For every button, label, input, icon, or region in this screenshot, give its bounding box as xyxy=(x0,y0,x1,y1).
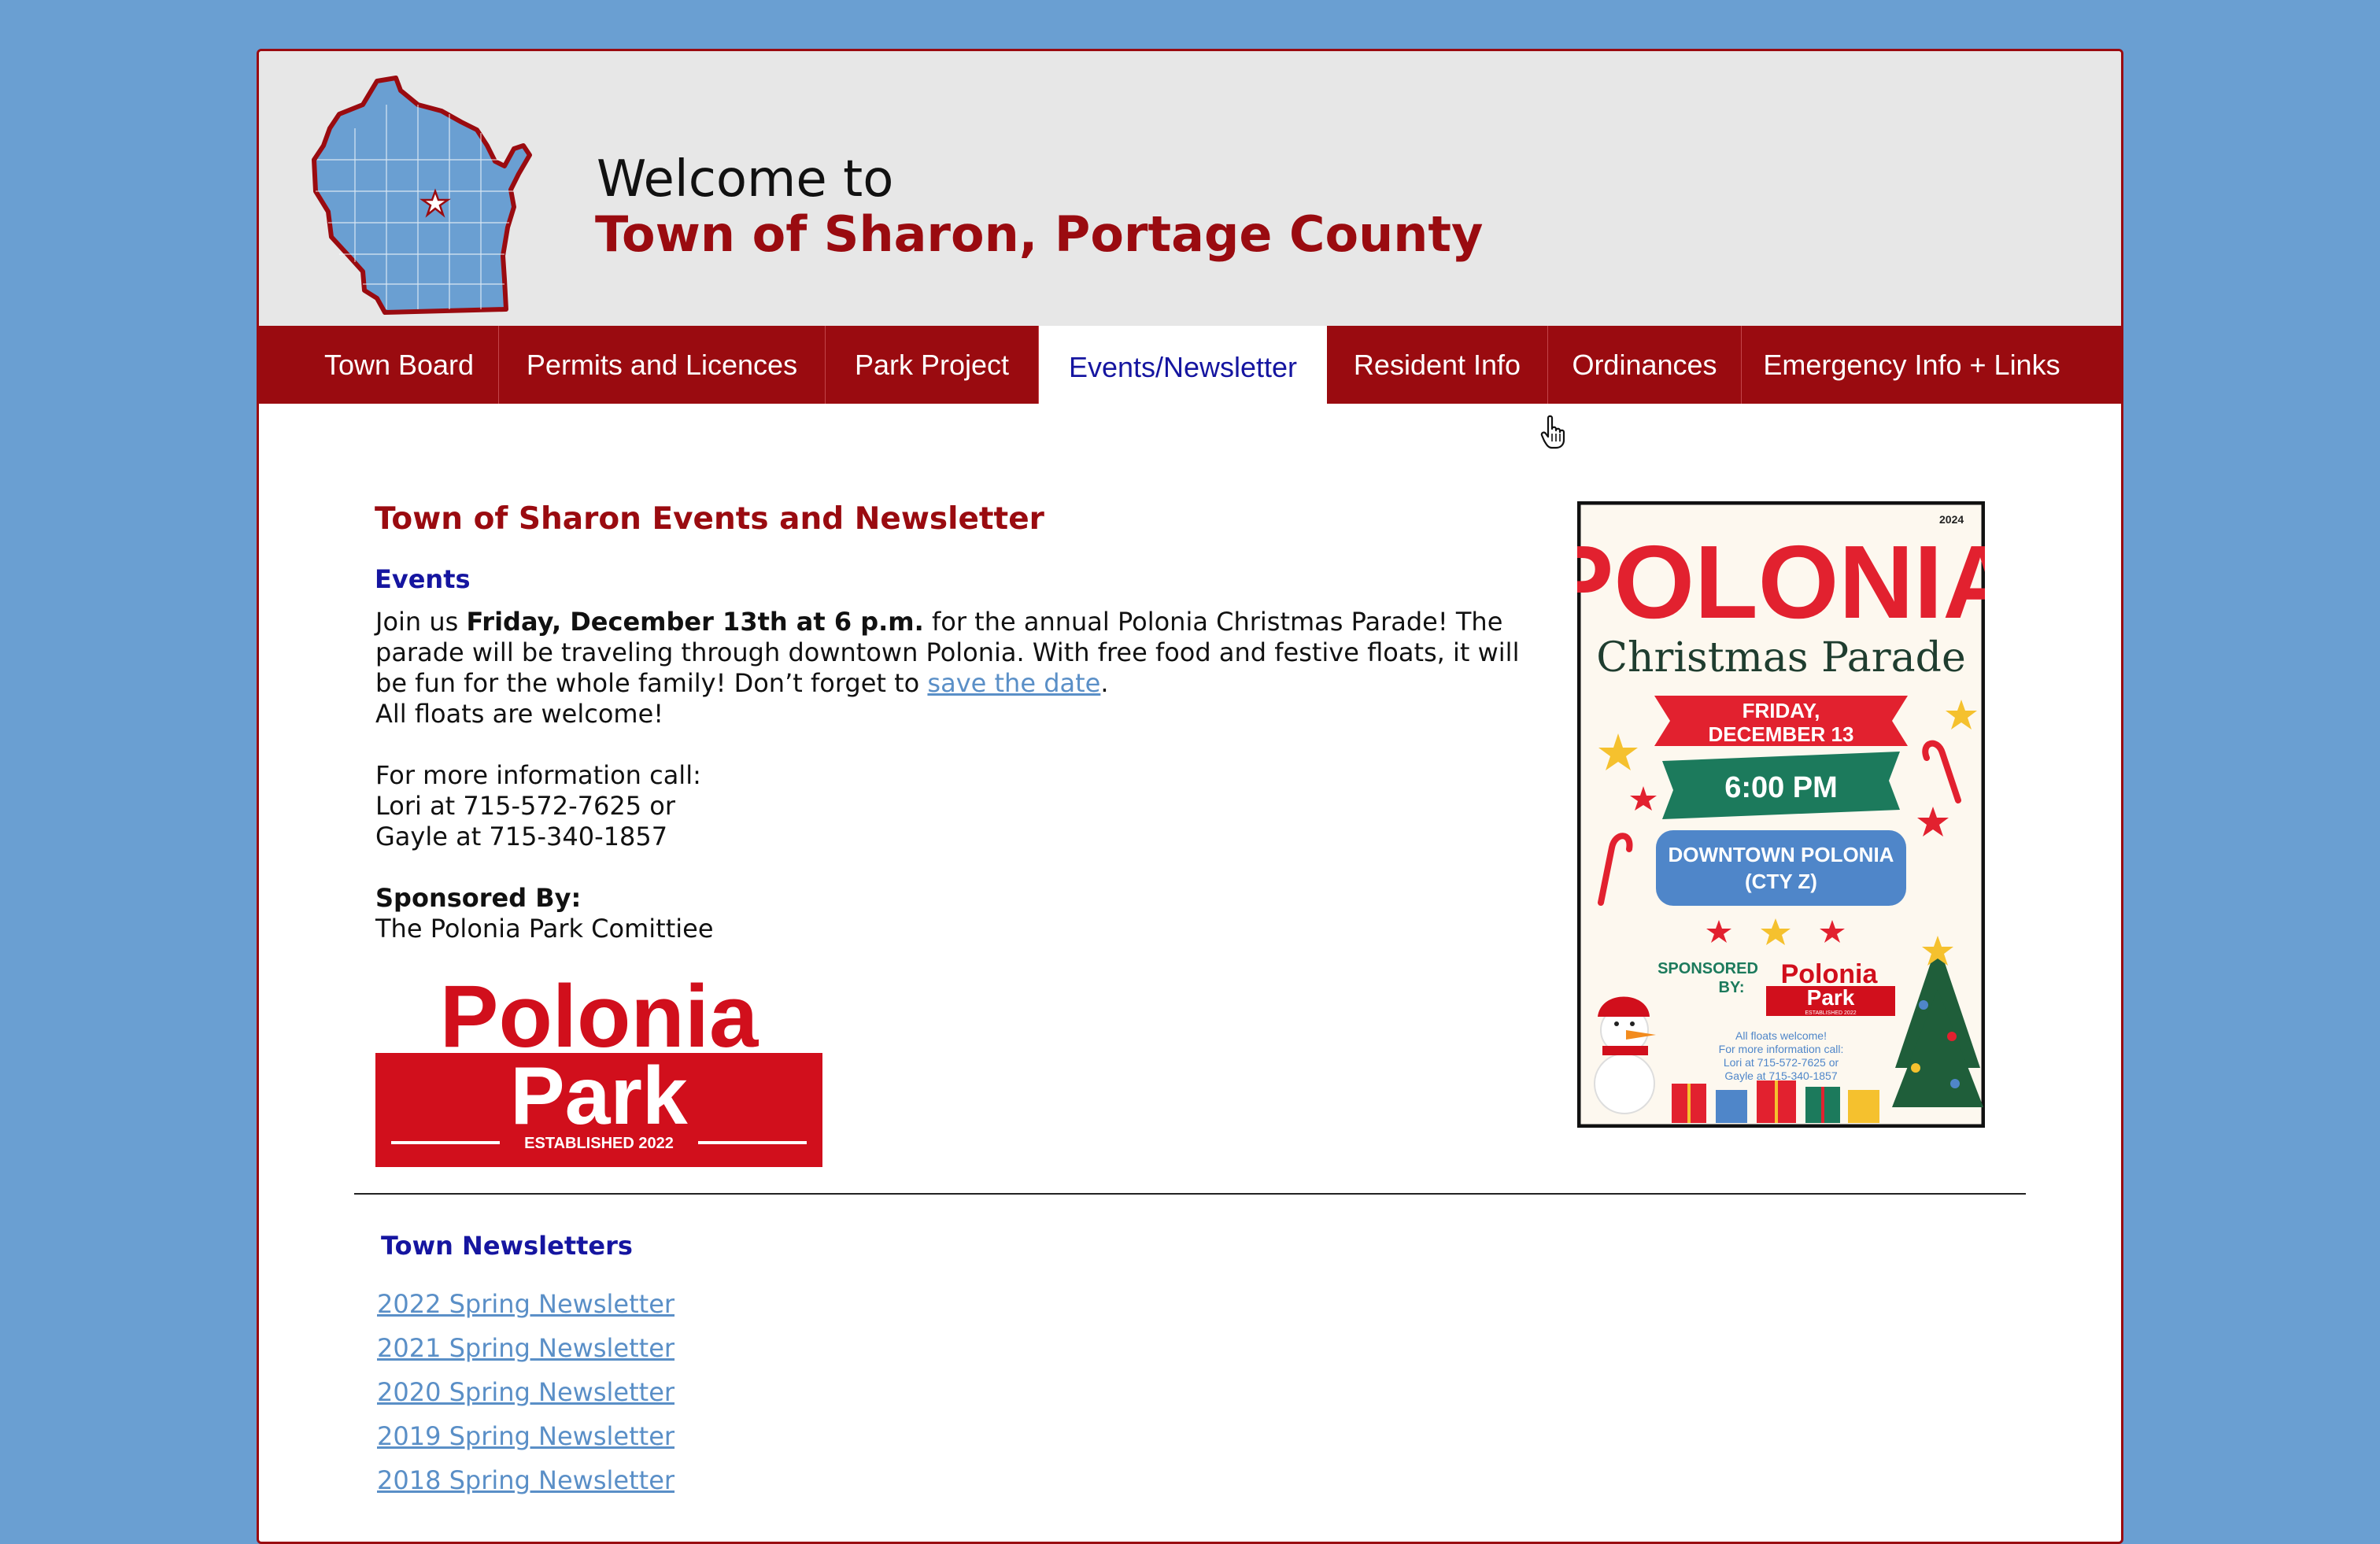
nav-item-park-project[interactable]: Park Project xyxy=(826,326,1039,404)
poster-time: 6:00 PM xyxy=(1724,771,1838,804)
nav-item-events-newsletter[interactable]: Events/Newsletter xyxy=(1039,326,1327,404)
main-content: Town of Sharon Events and Newsletter Eve… xyxy=(259,404,2121,1542)
floats-welcome-text: All floats are welcome! xyxy=(375,699,664,729)
nav-item-town-board[interactable]: Town Board xyxy=(300,326,499,404)
wisconsin-map-icon xyxy=(312,76,532,315)
sponsor-name: The Polonia Park Comittiee xyxy=(375,914,714,944)
event-date-highlight: Friday, December 13th at 6 p.m. xyxy=(466,607,924,637)
section-divider xyxy=(354,1193,2026,1195)
poster-sponsored-line2: BY: xyxy=(1719,979,1745,996)
christmas-parade-poster: 2024 POLONIA Christmas Parade FRIDAY, DE… xyxy=(1577,501,1985,1128)
poster-title: POLONIA xyxy=(1577,524,1985,640)
poster-subtitle: Christmas Parade xyxy=(1596,634,1965,682)
poster-info-line2: For more information call: xyxy=(1719,1043,1844,1055)
list-item: 2021 Spring Newsletter xyxy=(377,1333,674,1377)
logo-tagline: ESTABLISHED 2022 xyxy=(524,1135,674,1152)
contact-gayle: Gayle at 715-340-1857 xyxy=(375,822,668,851)
nav-item-resident-info[interactable]: Resident Info xyxy=(1327,326,1548,404)
page-title: Town of Sharon Events and Newsletter xyxy=(375,501,1044,537)
site-header: Welcome to Town of Sharon, Portage Count… xyxy=(259,51,2121,326)
list-item: 2018 Spring Newsletter xyxy=(377,1465,674,1509)
intro-period: . xyxy=(1100,668,1109,698)
poster-logo-line2: Park xyxy=(1807,985,1855,1010)
poster-date-line2: DECEMBER 13 xyxy=(1709,722,1854,746)
welcome-text: Welcome to xyxy=(597,150,894,209)
newsletter-link-2021[interactable]: 2021 Spring Newsletter xyxy=(377,1333,674,1363)
site-title: Town of Sharon, Portage County xyxy=(595,205,1484,263)
newsletter-link-2019[interactable]: 2019 Spring Newsletter xyxy=(377,1421,674,1451)
poster-date-line1: FRIDAY, xyxy=(1743,699,1820,722)
newsletter-link-2022[interactable]: 2022 Spring Newsletter xyxy=(377,1289,674,1319)
intro-text: Join us xyxy=(375,607,467,637)
events-heading: Events xyxy=(375,564,471,594)
nav-item-permits-licences[interactable]: Permits and Licences xyxy=(499,326,826,404)
contact-lori: Lori at 715-572-7625 or xyxy=(375,791,675,821)
poster-sponsored-line1: SPONSORED xyxy=(1658,960,1758,977)
list-item: 2022 Spring Newsletter xyxy=(377,1289,674,1333)
poster-logo-tag: ESTABLISHED 2022 xyxy=(1805,1010,1856,1016)
newsletter-link-2020[interactable]: 2020 Spring Newsletter xyxy=(377,1377,674,1407)
nav-item-emergency-info-links[interactable]: Emergency Info + Links xyxy=(1742,326,2082,404)
polonia-park-logo: Polonia Park ESTABLISHED 2022 xyxy=(375,968,822,1167)
poster-info-line4: Gayle at 715-340-1857 xyxy=(1724,1069,1837,1082)
logo-text-park: Park xyxy=(510,1051,688,1142)
poster-location-line1: DOWNTOWN POLONIA xyxy=(1669,843,1894,866)
newsletters-heading: Town Newsletters xyxy=(381,1231,633,1261)
newsletter-list: 2022 Spring Newsletter 2021 Spring Newsl… xyxy=(377,1289,674,1509)
list-item: 2020 Spring Newsletter xyxy=(377,1377,674,1421)
page-container: Welcome to Town of Sharon, Portage Count… xyxy=(257,49,2123,1544)
sponsored-by-label: Sponsored By: xyxy=(375,883,582,913)
main-nav: Town Board Permits and Licences Park Pro… xyxy=(259,326,2121,404)
newsletter-link-2018[interactable]: 2018 Spring Newsletter xyxy=(377,1465,674,1495)
list-item: 2019 Spring Newsletter xyxy=(377,1421,674,1465)
poster-info-line1: All floats welcome! xyxy=(1735,1029,1827,1042)
poster-info-line3: Lori at 715-572-7625 or xyxy=(1724,1056,1839,1069)
poster-location-line2: (CTY Z) xyxy=(1745,870,1817,893)
nav-item-ordinances[interactable]: Ordinances xyxy=(1548,326,1742,404)
info-call-text: For more information call: xyxy=(375,760,701,790)
save-the-date-link[interactable]: save the date xyxy=(927,668,1100,698)
events-intro-paragraph: Join us Friday, December 13th at 6 p.m. … xyxy=(375,607,1556,699)
events-description: Join us Friday, December 13th at 6 p.m. … xyxy=(375,607,1556,944)
